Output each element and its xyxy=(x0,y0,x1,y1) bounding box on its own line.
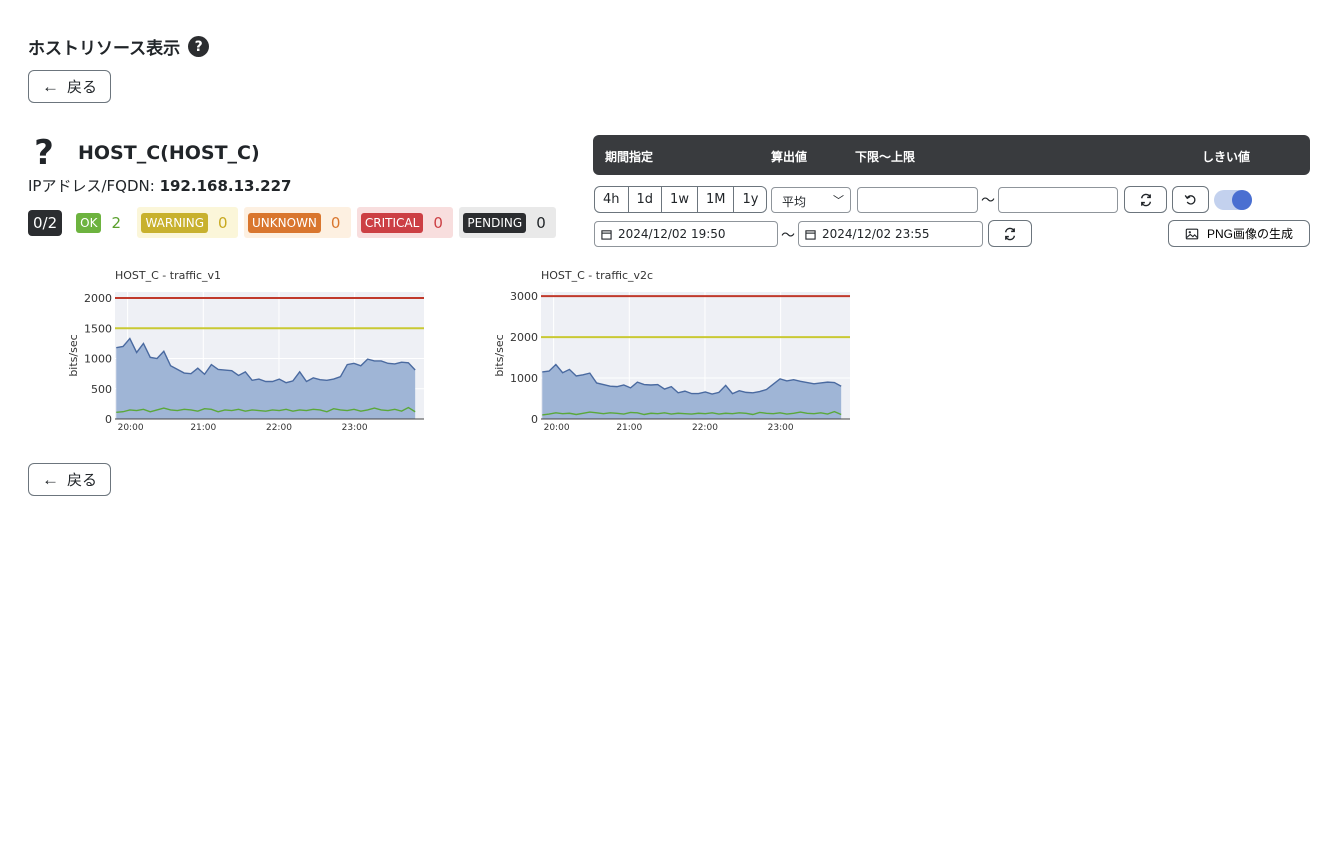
state-unknown[interactable]: UNKNOWN 0 xyxy=(244,207,351,238)
state-warning-count: 0 xyxy=(218,213,228,232)
state-unknown-label: UNKNOWN xyxy=(248,212,321,233)
state-ok-count: 2 xyxy=(111,213,122,232)
header-range: 下限〜上限 xyxy=(855,150,916,164)
date-tilde: 〜 xyxy=(781,228,795,244)
date-to-input[interactable]: 2024/12/02 23:55 xyxy=(798,221,983,247)
y-tick-label: 1500 xyxy=(84,322,112,335)
arrow-left-icon: ← xyxy=(41,469,59,489)
host-ip-line: IPアドレス/FQDN: 192.168.13.227 xyxy=(28,175,291,196)
help-icon[interactable]: ? xyxy=(188,36,210,57)
host-name: HOST_C(HOST_C) xyxy=(78,142,260,164)
period-button-1m[interactable]: 1M xyxy=(696,186,735,213)
state-pending-label: PENDING xyxy=(463,212,527,233)
y-tick-label: 0 xyxy=(105,413,112,426)
chevron-down-icon: ﹀ xyxy=(833,194,844,207)
x-tick-label: 23:00 xyxy=(768,423,794,433)
state-critical-count: 0 xyxy=(433,213,443,232)
x-tick-label: 23:00 xyxy=(342,423,368,433)
state-critical[interactable]: CRITICAL 0 xyxy=(356,207,454,238)
y-axis-label: bits/sec xyxy=(493,334,506,376)
y-tick-label: 3000 xyxy=(510,290,538,303)
host-ip-label: IPアドレス/FQDN: xyxy=(28,177,160,195)
arrow-left-icon: ← xyxy=(41,76,59,96)
generate-png-button[interactable]: PNG画像の生成 xyxy=(1168,220,1310,247)
toggle-knob xyxy=(1232,190,1252,210)
state-pending[interactable]: PENDING 0 xyxy=(459,207,557,238)
y-axis-label: bits/sec xyxy=(67,334,80,376)
x-tick-label: 21:00 xyxy=(616,423,642,433)
question-mark-icon: ? xyxy=(34,133,54,173)
apply-range-button[interactable] xyxy=(1124,186,1167,213)
back-button-label: 戻る xyxy=(66,79,97,96)
traffic-chart-v1[interactable]: HOST_C - traffic_v1 0 500 1000 1500 2000 20:00… xyxy=(64,264,434,436)
date-from-input[interactable]: 2024/12/02 19:50 xyxy=(594,221,778,247)
back-button-top[interactable]: ← 戻る xyxy=(28,70,111,103)
period-button-4h[interactable]: 4h xyxy=(594,186,629,213)
page-title: ホストリソース表示 ? xyxy=(28,34,210,59)
traffic-chart-v2c[interactable]: HOST_C - traffic_v2c 0 1000 2000 3000 20:00 21… xyxy=(490,264,860,436)
back-button-bottom[interactable]: ← 戻る xyxy=(28,463,111,496)
refresh-icon xyxy=(1004,227,1016,240)
threshold-toggle[interactable] xyxy=(1214,190,1252,210)
reset-range-button[interactable] xyxy=(1172,186,1209,213)
service-state-summary: 0/2 OK 2 WARNING 0 UNKNOWN 0 CRITICAL 0 … xyxy=(28,207,562,238)
image-icon xyxy=(1185,228,1199,239)
state-pending-count: 0 xyxy=(536,213,546,232)
y-tick-label: 500 xyxy=(91,383,112,396)
calendar-icon xyxy=(805,229,816,240)
x-tick-label: 21:00 xyxy=(190,423,216,433)
x-tick-label: 22:00 xyxy=(266,423,292,433)
x-tick-label: 22:00 xyxy=(692,423,718,433)
period-button-group: 4h 1d 1w 1M 1y xyxy=(594,186,768,213)
refresh-icon xyxy=(1140,193,1151,206)
chart-title: HOST_C - traffic_v2c xyxy=(541,269,653,282)
undo-icon xyxy=(1184,195,1196,205)
state-ok-label: OK xyxy=(76,212,102,233)
date-from-value: 2024/12/02 19:50 xyxy=(618,227,726,241)
calc-select-value: 平均 xyxy=(782,195,807,209)
state-warning[interactable]: WARNING 0 xyxy=(137,207,239,238)
y-tick-label: 0 xyxy=(531,413,538,426)
x-tick-label: 20:00 xyxy=(544,423,570,433)
y-tick-label: 2000 xyxy=(510,331,538,344)
period-button-1y[interactable]: 1y xyxy=(733,186,768,213)
y-tick-label: 2000 xyxy=(84,292,112,305)
page-title-text: ホストリソース表示 xyxy=(28,39,181,59)
header-period: 期間指定 xyxy=(605,150,654,164)
period-button-1d[interactable]: 1d xyxy=(627,186,663,213)
header-threshold: しきい値 xyxy=(1202,150,1251,164)
calendar-icon xyxy=(601,229,612,240)
range-max-input[interactable] xyxy=(998,187,1118,213)
y-tick-label: 1000 xyxy=(84,353,112,366)
total-badge: 0/2 xyxy=(28,209,63,236)
range-min-input[interactable] xyxy=(857,187,978,213)
host-ip-value: 192.168.13.227 xyxy=(159,177,292,195)
header-calc: 算出値 xyxy=(771,150,808,164)
y-tick-label: 1000 xyxy=(510,372,538,385)
chart-title: HOST_C - traffic_v1 xyxy=(115,269,221,282)
back-button-label: 戻る xyxy=(66,472,97,489)
calc-select[interactable]: 平均 ﹀ xyxy=(771,187,851,213)
control-panel-header: 期間指定 算出値 下限〜上限 しきい値 xyxy=(593,135,1310,175)
host-header: ? HOST_C(HOST_C) xyxy=(28,136,260,170)
state-warning-label: WARNING xyxy=(141,212,209,233)
generate-png-label: PNG画像の生成 xyxy=(1206,227,1293,241)
state-critical-label: CRITICAL xyxy=(360,212,424,233)
apply-date-button[interactable] xyxy=(988,220,1032,247)
x-tick-label: 20:00 xyxy=(118,423,144,433)
date-to-value: 2024/12/02 23:55 xyxy=(822,227,930,241)
state-ok[interactable]: OK 2 xyxy=(72,207,131,238)
state-unknown-count: 0 xyxy=(330,213,341,232)
period-button-1w[interactable]: 1w xyxy=(661,186,698,213)
range-tilde: 〜 xyxy=(981,193,995,209)
